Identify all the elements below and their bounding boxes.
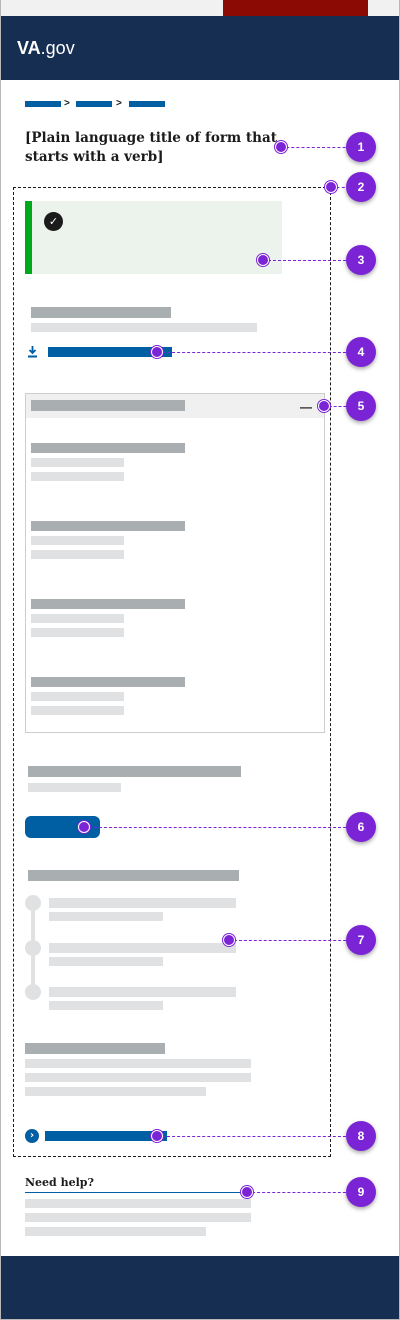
check-circle-icon: ✓ xyxy=(44,212,63,231)
accordion-item-heading xyxy=(31,599,185,609)
utility-bar xyxy=(1,0,399,24)
accordion-item-text xyxy=(31,706,124,715)
annotation-dot xyxy=(241,1186,253,1198)
accordion-item-heading xyxy=(31,677,185,687)
step-connector xyxy=(31,955,35,987)
need-help-divider xyxy=(25,1192,251,1193)
chevron-right-icon: › xyxy=(25,1129,39,1143)
breadcrumb-separator: > xyxy=(64,98,70,109)
accordion-item-text xyxy=(31,614,124,623)
process-list-heading xyxy=(28,870,239,881)
annotation-leader xyxy=(247,1192,361,1193)
va-logo[interactable]: VA.gov xyxy=(17,38,75,59)
breadcrumb-separator: > xyxy=(116,98,122,109)
annotation-dot xyxy=(318,400,330,412)
annotation-dot xyxy=(223,934,235,946)
collapse-icon[interactable]: — xyxy=(300,401,312,413)
annotation-badge-6: 6 xyxy=(346,812,376,842)
section-heading-placeholder xyxy=(28,766,241,777)
annotation-badge-7: 7 xyxy=(346,925,376,955)
help-text-placeholder xyxy=(25,1213,251,1222)
step-marker xyxy=(25,984,41,1000)
accordion-item-heading xyxy=(31,521,185,531)
annotation-dot xyxy=(275,141,287,153)
page-title: [Plain language title of form that start… xyxy=(25,130,277,165)
section-text-placeholder xyxy=(28,783,121,792)
annotation-dot xyxy=(151,346,163,358)
annotation-badge-2: 2 xyxy=(346,172,376,202)
accordion-item-text xyxy=(31,692,124,701)
annotation-dot xyxy=(151,1130,163,1142)
breadcrumb-link-1[interactable] xyxy=(25,101,61,107)
step-title xyxy=(49,987,236,997)
annotation-badge-3: 3 xyxy=(346,245,376,275)
step-text xyxy=(49,1001,163,1010)
annotation-badge-5: 5 xyxy=(346,391,376,421)
annotation-dot xyxy=(78,821,90,833)
step-text xyxy=(49,912,163,921)
related-text-placeholder xyxy=(25,1059,251,1068)
accordion-item-text xyxy=(31,458,124,467)
annotation-leader xyxy=(229,940,361,941)
step-connector xyxy=(31,910,35,942)
related-text-placeholder xyxy=(25,1087,206,1096)
annotation-dot xyxy=(325,181,337,193)
step-title xyxy=(49,898,236,908)
step-title xyxy=(49,943,236,953)
annotation-leader xyxy=(84,827,361,828)
annotation-badge-9: 9 xyxy=(346,1177,376,1207)
annotation-badge-4: 4 xyxy=(346,337,376,367)
step-marker xyxy=(25,895,41,911)
download-icon xyxy=(28,346,37,358)
accordion-item-text xyxy=(31,472,124,481)
site-footer xyxy=(1,1256,399,1319)
annotation-dot xyxy=(257,254,269,266)
step-text xyxy=(49,957,163,966)
accordion-header[interactable]: — xyxy=(26,394,324,418)
accordion-item-text xyxy=(31,550,124,559)
help-text-placeholder xyxy=(25,1199,251,1208)
logo-bold: VA xyxy=(17,38,41,58)
breadcrumb-link-2[interactable] xyxy=(76,101,112,107)
related-heading-placeholder xyxy=(25,1043,165,1054)
breadcrumb-link-3[interactable] xyxy=(129,101,165,107)
help-text-placeholder xyxy=(25,1227,206,1236)
annotation-leader xyxy=(157,352,361,353)
need-help-heading: Need help? xyxy=(25,1176,94,1189)
accordion-item-text xyxy=(31,536,124,545)
accordion-item-text xyxy=(31,628,124,637)
accordion-item-heading xyxy=(31,443,185,453)
site-header: VA.gov xyxy=(1,16,399,80)
logo-rest: .gov xyxy=(40,38,75,58)
intro-text-placeholder xyxy=(31,323,257,332)
action-link[interactable] xyxy=(45,1131,167,1141)
related-text-placeholder xyxy=(25,1073,251,1082)
annotation-leader xyxy=(157,1136,361,1137)
intro-heading-placeholder xyxy=(31,307,171,318)
step-marker xyxy=(25,940,41,956)
annotation-badge-8: 8 xyxy=(346,1121,376,1151)
accordion-title-placeholder xyxy=(31,400,185,411)
success-alert: ✓ xyxy=(25,201,282,274)
annotation-badge-1: 1 xyxy=(346,132,376,162)
